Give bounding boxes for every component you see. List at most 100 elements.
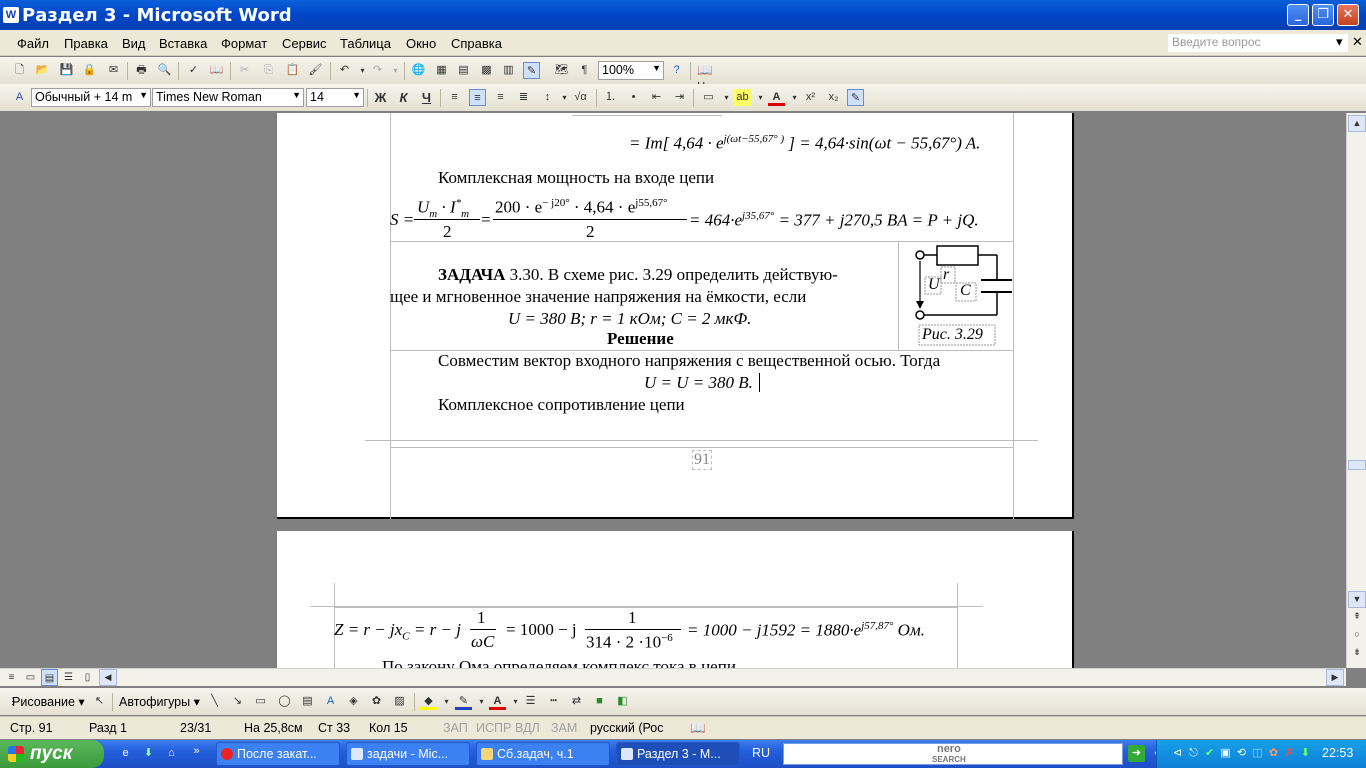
start-button[interactable]: пуск <box>0 740 104 768</box>
format-painter-icon[interactable]: 🖌 <box>307 62 324 79</box>
language-indicator[interactable]: RU <box>752 746 770 760</box>
decrease-indent-icon[interactable]: ⇤ <box>648 89 665 106</box>
tray-devices-icon[interactable]: ◫ <box>1249 745 1266 762</box>
reading-button[interactable]: 📖 Чтение <box>697 62 757 94</box>
tray-download-icon[interactable]: ⬇ <box>1297 745 1314 762</box>
print-icon[interactable]: 🖶 <box>133 62 150 79</box>
bullets-icon[interactable]: • <box>625 89 642 106</box>
scroll-up-icon[interactable]: ▲ <box>1348 115 1366 132</box>
arrow-style-icon[interactable]: ⇄ <box>568 693 585 710</box>
tables-borders-icon[interactable]: ▦ <box>433 62 450 79</box>
research-icon[interactable]: 📖 <box>208 62 225 79</box>
italic-button[interactable]: К <box>395 89 412 106</box>
next-page-icon[interactable]: ⇟ <box>1348 645 1366 662</box>
ask-dropdown-icon[interactable]: ▾ <box>1336 34 1343 50</box>
prev-page-icon[interactable]: ⇞ <box>1348 609 1366 626</box>
align-right-icon[interactable]: ≡ <box>492 89 509 106</box>
horizontal-scrollbar[interactable]: ≡ ▭ ▤ ☰ ▯ ◀ ▶ <box>0 668 1346 686</box>
tray-back-icon[interactable]: ⊲ <box>1169 745 1186 762</box>
justify-icon[interactable]: ≣ <box>515 89 532 106</box>
equation-icon[interactable]: √α <box>572 89 589 106</box>
select-browse-object-icon[interactable]: ○ <box>1348 627 1366 644</box>
email-icon[interactable]: ✉ <box>105 62 122 79</box>
clock[interactable]: 22:53 <box>1322 746 1353 760</box>
page-91[interactable]: = Im[ 4,64 · ej(ωt−55,67° ) ] = 4,64·sin… <box>277 113 1074 519</box>
hyperlink-icon[interactable]: 🌐 <box>410 62 427 79</box>
restore-button[interactable]: ❐ <box>1312 4 1334 26</box>
tray-display-icon[interactable]: ▣ <box>1217 745 1234 762</box>
borders-icon[interactable]: ▭ <box>700 89 717 106</box>
scroll-thumb[interactable] <box>1348 460 1366 470</box>
menu-window[interactable]: Окно <box>406 36 436 51</box>
print-layout-icon[interactable]: ▤ <box>41 669 58 686</box>
print-preview-icon[interactable]: 🔍 <box>156 62 173 79</box>
style-select[interactable]: Обычный + 14 m ▼ <box>31 88 151 107</box>
menu-file[interactable]: Файл <box>17 36 49 51</box>
line-color-dropdown-icon[interactable]: ▾ <box>473 693 490 710</box>
line-spacing-icon[interactable]: ↕ <box>539 89 556 106</box>
doc-close-icon[interactable]: ✕ <box>1352 34 1363 50</box>
drawing-menu[interactable]: Рисование ▾ <box>12 694 85 709</box>
normal-view-icon[interactable]: ≡ <box>3 669 20 686</box>
spelling-status-icon[interactable]: 📖 <box>690 721 706 736</box>
insert-excel-icon[interactable]: ▩ <box>478 62 495 79</box>
highlight-icon[interactable]: ab <box>734 89 751 106</box>
close-button[interactable]: ✕ <box>1337 4 1359 26</box>
word-app-icon[interactable]: W <box>3 7 19 23</box>
menu-view[interactable]: Вид <box>122 36 146 51</box>
task-word-section3[interactable]: Раздел 3 - M... <box>616 742 740 766</box>
cut-icon[interactable]: ✂ <box>236 62 253 79</box>
task-folder[interactable]: Сб.задач, ч.1 <box>476 742 610 766</box>
outline-view-icon[interactable]: ☰ <box>60 669 77 686</box>
oval-icon[interactable]: ◯ <box>276 693 293 710</box>
tray-antivirus-icon[interactable]: ✿ <box>1265 745 1282 762</box>
autoshapes-menu[interactable]: Автофигуры ▾ <box>119 694 200 709</box>
quicklaunch-download-icon[interactable]: ⬇ <box>140 745 157 762</box>
copy-icon[interactable]: ⎘ <box>260 62 277 79</box>
new-document-icon[interactable]: 🗋 <box>11 62 28 79</box>
reading-view-icon[interactable]: ▯ <box>79 669 96 686</box>
font-color-icon[interactable]: A <box>768 89 785 106</box>
increase-indent-icon[interactable]: ⇥ <box>671 89 688 106</box>
drawing-icon[interactable]: ✎ <box>523 62 540 79</box>
nero-search-input[interactable]: nero SEARCH <box>783 743 1123 765</box>
picture-icon[interactable]: ▨ <box>391 693 408 710</box>
quicklaunch-ie-icon[interactable]: e <box>117 745 134 762</box>
fill-color-icon[interactable]: ◆ <box>420 693 437 710</box>
menu-insert[interactable]: Вставка <box>159 36 207 51</box>
font-size-select[interactable]: 14 ▼ <box>306 88 364 107</box>
show-formatting-icon[interactable]: ¶ <box>576 62 593 79</box>
bold-button[interactable]: Ж <box>372 89 389 106</box>
tray-network-icon[interactable]: ⎋ <box>1185 745 1202 762</box>
wordart-icon[interactable]: A <box>322 693 339 710</box>
status-ovr[interactable]: ЗАМ <box>551 721 577 735</box>
numbering-icon[interactable]: ⒈ <box>602 89 619 106</box>
vertical-scrollbar[interactable]: ▲ ▼ ⇞ ○ ⇟ <box>1346 113 1366 668</box>
scroll-left-icon[interactable]: ◀ <box>99 669 117 686</box>
insert-table-icon[interactable]: ▤ <box>455 62 472 79</box>
zoom-select[interactable]: 100% ▼ <box>598 61 664 80</box>
font-color-dropdown-icon[interactable]: ▾ <box>786 89 803 106</box>
status-trk[interactable]: ИСПР <box>476 721 511 735</box>
paste-icon[interactable]: 📋 <box>284 62 301 79</box>
line-style-icon[interactable]: ☰ <box>522 693 539 710</box>
select-objects-icon[interactable]: ↖ <box>91 693 108 710</box>
menu-table[interactable]: Таблица <box>340 36 391 51</box>
diagram-icon[interactable]: ◈ <box>345 693 362 710</box>
columns-icon[interactable]: ▥ <box>500 62 517 79</box>
rectangle-icon[interactable]: ▭ <box>252 693 269 710</box>
task-opera[interactable]: После закат... <box>216 742 340 766</box>
redo-dropdown-icon[interactable]: ▾ <box>387 62 404 79</box>
line-icon[interactable]: ╲ <box>206 693 223 710</box>
borders-dropdown-icon[interactable]: ▾ <box>718 89 735 106</box>
page-92[interactable]: Z = r − jxC = r − j 1 ωC = 1000 − j 1 31… <box>277 531 1074 668</box>
highlight-dropdown-icon[interactable]: ▾ <box>752 89 769 106</box>
align-center-icon[interactable]: ≡ <box>469 89 486 106</box>
3d-style-icon[interactable]: ◧ <box>614 693 631 710</box>
document-map-icon[interactable]: 🗺 <box>553 62 570 79</box>
ask-question-input[interactable]: Введите вопрос <box>1168 34 1348 52</box>
line-color-icon[interactable]: ✎ <box>455 693 472 710</box>
clip-art-icon[interactable]: ✿ <box>368 693 385 710</box>
minimize-button[interactable]: _ <box>1287 4 1309 26</box>
undo-icon[interactable]: ↶ <box>336 62 353 79</box>
